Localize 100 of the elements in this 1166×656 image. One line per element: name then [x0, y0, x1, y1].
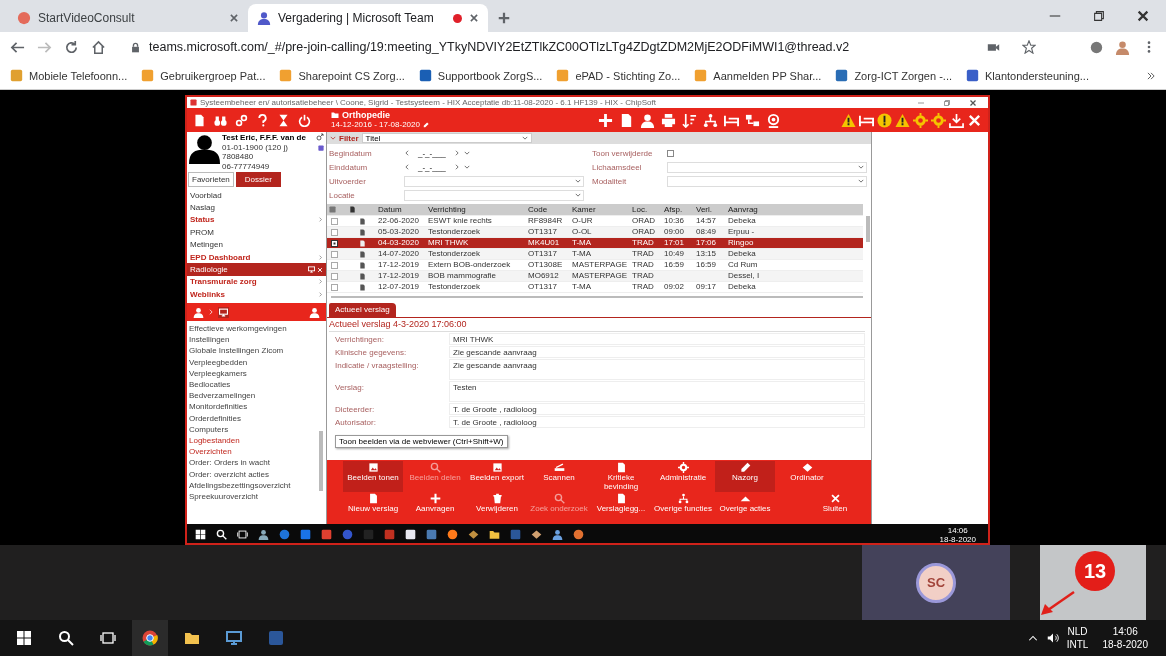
- toolbar-button[interactable]: Kritieke bevinding: [591, 461, 651, 492]
- column-header[interactable]: Code: [527, 204, 571, 215]
- toolbar-button[interactable]: Beelden export: [467, 461, 527, 492]
- dropdown-field[interactable]: [667, 175, 867, 187]
- toolbar-button[interactable]: Overige acties: [715, 492, 775, 523]
- list-item[interactable]: Globale Instellingen Zicom: [189, 345, 317, 357]
- search-icon[interactable]: [58, 630, 74, 646]
- binoculars-icon[interactable]: [214, 113, 227, 127]
- bookmark[interactable]: Mobiele Telefoonn...: [10, 69, 128, 82]
- report-tab[interactable]: Actueel verslag: [329, 303, 396, 317]
- column-header[interactable]: Verl.: [695, 204, 727, 215]
- menu-item[interactable]: PROM: [187, 226, 326, 239]
- menu-item[interactable]: Transmurale zorg: [187, 275, 326, 289]
- list-item[interactable]: Verpleegkamers: [189, 367, 317, 379]
- start-icon[interactable]: [195, 529, 206, 540]
- list-item[interactable]: Orderdefinities: [189, 412, 317, 424]
- column-header[interactable]: Verrichting: [427, 204, 527, 215]
- menu-item[interactable]: Weblinks: [187, 288, 326, 301]
- task-view-icon[interactable]: [237, 529, 248, 540]
- search-icon[interactable]: [216, 529, 227, 540]
- toolbar-button[interactable]: Beelden tonen: [343, 461, 403, 492]
- document-icon[interactable]: [619, 112, 634, 128]
- checkbox-icon[interactable]: [329, 206, 336, 213]
- toolbar-button[interactable]: Verslaglegg...: [591, 492, 651, 523]
- gear-icon[interactable]: [931, 112, 946, 128]
- home-icon[interactable]: [91, 39, 106, 55]
- bookmark[interactable]: Zorg-ICT Zorgen -...: [835, 69, 952, 82]
- app-icon[interactable]: [258, 529, 269, 540]
- menu-item[interactable]: Naslag: [187, 201, 326, 214]
- table-row[interactable]: 17-12-2019 BOB mammografie MO6912 MASTERPAGE TRAD Dessel, I: [327, 271, 863, 282]
- column-header[interactable]: Loc.: [631, 204, 663, 215]
- row-checkbox[interactable]: [331, 261, 338, 269]
- app-icon[interactable]: [552, 529, 563, 540]
- power-icon[interactable]: [298, 113, 311, 127]
- row-checkbox[interactable]: [331, 239, 338, 247]
- webcam-icon[interactable]: [766, 112, 781, 128]
- menu-item[interactable]: Status: [187, 213, 326, 227]
- close-icon[interactable]: [967, 112, 982, 128]
- download-icon[interactable]: [949, 112, 964, 128]
- toolbar-button[interactable]: Overige functies: [653, 492, 713, 523]
- list-item[interactable]: Instellingen: [189, 334, 317, 346]
- table-row[interactable]: 04-03-2020 MRI THWK MK4U01 T-MA TRAD 17:01 17:06 Ringoo: [327, 238, 863, 249]
- section-header[interactable]: Logbestanden: [189, 434, 317, 447]
- clock-time[interactable]: 14:06: [1112, 625, 1138, 638]
- menu-item[interactable]: Metingen: [187, 238, 326, 251]
- browser-tab[interactable]: Vergadering | Microsoft Team: [248, 4, 488, 32]
- panel-tab[interactable]: Favorieten: [188, 172, 234, 187]
- list-item[interactable]: Bedverzamelingen: [189, 390, 317, 402]
- folder-icon[interactable]: [184, 630, 200, 646]
- plus-icon[interactable]: [598, 112, 613, 128]
- row-checkbox[interactable]: [331, 272, 338, 280]
- bookmark[interactable]: Gebruikergroep Pat...: [141, 69, 266, 82]
- restore-icon[interactable]: [1092, 9, 1106, 23]
- hourglass-icon[interactable]: [277, 113, 290, 127]
- list-item[interactable]: Order: overzicht acties: [189, 468, 317, 480]
- language[interactable]: NLD: [1067, 625, 1088, 638]
- keyboard-layout[interactable]: INTL: [1066, 638, 1089, 651]
- section-header[interactable]: Overzichten: [189, 446, 317, 458]
- column-header[interactable]: Afsp.: [663, 204, 695, 215]
- menu-item[interactable]: Radiologie: [187, 263, 326, 276]
- help-icon[interactable]: [256, 113, 269, 127]
- table-row[interactable]: 05-03-2020 Testonderzoek OT1317 O-OL ORAD 09:00 08:49 Erpuu -: [327, 227, 863, 238]
- dropdown-field[interactable]: [404, 175, 584, 187]
- close-icon[interactable]: [969, 98, 977, 107]
- filter-dropdown[interactable]: Titel: [361, 133, 532, 143]
- app-icon[interactable]: [447, 529, 458, 540]
- date-field[interactable]: _-_-___: [404, 162, 470, 172]
- app-icon[interactable]: [226, 630, 242, 646]
- row-checkbox[interactable]: [331, 250, 338, 258]
- browser-tab[interactable]: StartVideoConsult: [8, 4, 248, 32]
- star-icon[interactable]: [1022, 40, 1036, 54]
- toolbar-button[interactable]: Aanvragen: [405, 492, 465, 523]
- checkbox[interactable]: [667, 149, 674, 157]
- new-tab-icon[interactable]: [498, 12, 510, 24]
- bookmark[interactable]: ePAD - Stichting Zo...: [556, 69, 681, 82]
- column-header[interactable]: Datum: [377, 204, 427, 215]
- clock-date[interactable]: 18-8-2020: [1102, 638, 1148, 651]
- list-item[interactable]: Verpleegbedden: [189, 356, 317, 368]
- scrollbar[interactable]: [866, 216, 870, 242]
- list-item[interactable]: Effectieve werkomgevingen: [189, 323, 317, 335]
- reload-icon[interactable]: [64, 39, 79, 55]
- list-item[interactable]: Spreekuuroverzicht: [189, 490, 317, 502]
- date-field[interactable]: _-_-___: [404, 148, 470, 158]
- printer-icon[interactable]: [661, 112, 676, 128]
- dropdown-field[interactable]: [667, 161, 867, 173]
- row-checkbox[interactable]: [331, 217, 338, 225]
- bookmark[interactable]: Supportbook ZorgS...: [418, 69, 543, 82]
- toolbar-button[interactable]: Scannen: [529, 461, 589, 492]
- toolbar-button[interactable]: Nieuw verslag: [343, 492, 403, 523]
- toolbar-button[interactable]: Verwijderen: [467, 492, 527, 523]
- extension-icon[interactable]: [1090, 40, 1103, 54]
- network-icon[interactable]: [745, 112, 760, 128]
- row-checkbox[interactable]: [331, 228, 338, 236]
- pen-icon[interactable]: [422, 122, 429, 128]
- list-item[interactable]: Afdelingsbezettingsoverzicht: [189, 479, 317, 491]
- app-icon[interactable]: [573, 529, 584, 540]
- start-icon[interactable]: [16, 630, 32, 646]
- speaker-icon[interactable]: [1046, 632, 1059, 644]
- close-icon[interactable]: [229, 13, 239, 23]
- person-icon[interactable]: [193, 306, 204, 318]
